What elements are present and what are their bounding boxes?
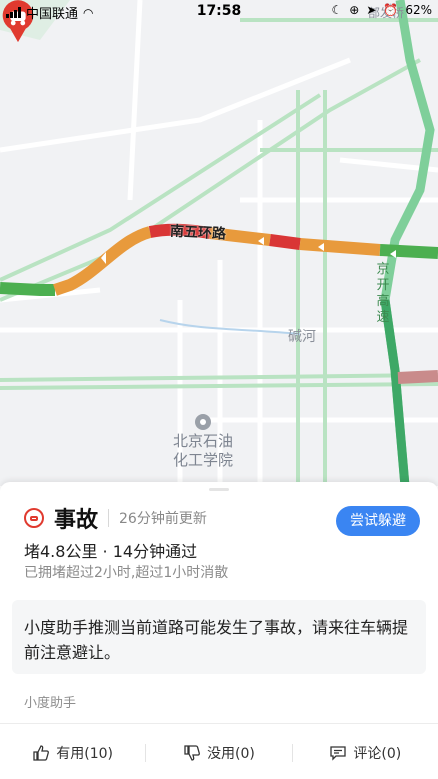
congestion-duration: 已拥堵超过2小时,超过1小时消散 xyxy=(24,565,229,581)
assistant-message: 小度助手推测当前道路可能发生了事故，请来往车辆提前注意避让。 xyxy=(12,600,426,674)
footer-divider xyxy=(0,723,438,724)
accident-icon xyxy=(24,508,44,528)
thumbs-up-icon xyxy=(33,745,50,761)
moon-icon: ☾ xyxy=(331,3,343,17)
exit-ramp xyxy=(397,370,438,384)
updated-time: 26分钟前更新 xyxy=(119,511,207,527)
poi-label: 北京石油化工学院 xyxy=(172,432,233,469)
not-useful-button[interactable]: 没用(0) xyxy=(146,743,291,763)
expressway-route xyxy=(380,0,435,486)
card-header: 事故 26分钟前更新 xyxy=(24,502,207,534)
header-divider xyxy=(108,509,110,527)
thumbs-down-icon xyxy=(184,745,200,761)
incident-title: 事故 xyxy=(54,508,99,533)
try-avoid-button[interactable]: 尝试躲避 xyxy=(336,506,420,536)
alarm-icon: ⏰ xyxy=(383,3,399,17)
poi-icon xyxy=(195,414,211,430)
map-view[interactable]: 南五环路 京开高速 碱河 部发桥 北京石油化工学院 xyxy=(0,0,438,486)
status-bar: 中国联通 ◠ 17:58 ☾ ⊕ ➤ ⏰ 62% xyxy=(0,0,438,24)
road-name-label: 南五环路 xyxy=(169,223,227,243)
river-label: 碱河 xyxy=(288,329,316,345)
useful-button[interactable]: 有用(10) xyxy=(0,743,145,763)
congestion-summary: 堵4.8公里 · 14分钟通过 xyxy=(24,542,198,561)
incident-card[interactable]: 事故 26分钟前更新 尝试躲避 堵4.8公里 · 14分钟通过 已拥堵超过2小时… xyxy=(0,482,438,779)
comment-label: 评论(0) xyxy=(353,746,402,762)
expressway-label: 京开高速 xyxy=(376,262,390,325)
location-arrow-icon: ➤ xyxy=(366,3,377,17)
comment-button[interactable]: 评论(0) xyxy=(293,743,438,763)
not-useful-label: 没用(0) xyxy=(207,746,255,762)
comment-icon xyxy=(330,746,347,761)
poi-school[interactable]: 北京石油化工学院 xyxy=(168,414,238,470)
drag-handle[interactable] xyxy=(209,488,229,491)
battery-percent: 62% xyxy=(405,3,432,17)
lock-rotation-icon: ⊕ xyxy=(349,3,360,17)
message-source: 小度助手 xyxy=(24,696,77,711)
feedback-bar: 有用(10) 没用(0) 评论(0) xyxy=(0,738,438,768)
useful-label: 有用(10) xyxy=(56,746,114,762)
